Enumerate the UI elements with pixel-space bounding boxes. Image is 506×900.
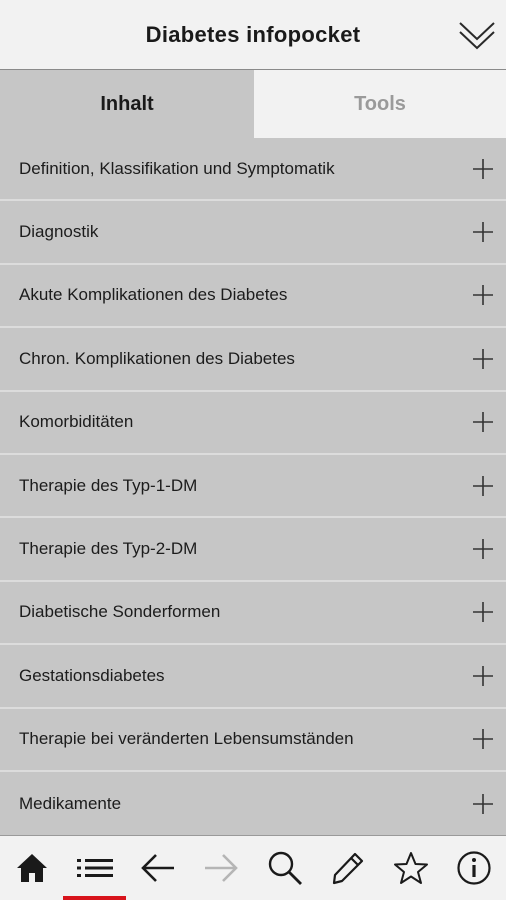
page-title: Diabetes infopocket — [145, 21, 361, 47]
nav-favorites-button[interactable] — [380, 836, 443, 900]
nav-list-button[interactable] — [63, 836, 127, 900]
list-item-label: Therapie des Typ-2-DM — [19, 539, 198, 559]
collapse-button[interactable] — [456, 14, 498, 56]
back-arrow-icon — [141, 854, 175, 882]
tab-inhalt-label: Inhalt — [100, 92, 154, 115]
expand-plus-icon[interactable] — [470, 536, 496, 562]
tab-tools[interactable]: Tools — [254, 70, 506, 138]
tab-inhalt[interactable]: Inhalt — [0, 70, 254, 138]
expand-plus-icon[interactable] — [470, 409, 496, 435]
list-item[interactable]: Medikamente — [0, 771, 506, 836]
expand-plus-icon[interactable] — [470, 219, 496, 245]
expand-plus-icon[interactable] — [470, 473, 496, 499]
search-icon — [268, 851, 302, 885]
list-item-label: Medikamente — [19, 793, 122, 813]
nav-notes-button[interactable] — [316, 836, 379, 900]
info-icon — [457, 851, 491, 885]
list-item-label: Definition, Klassifikation und Symptomat… — [19, 158, 335, 178]
tab-bar: Inhalt Tools — [0, 70, 506, 138]
list-item[interactable]: Definition, Klassifikation und Symptomat… — [0, 138, 506, 202]
list-item[interactable]: Akute Komplikationen des Diabetes — [0, 264, 506, 329]
list-item-label: Therapie des Typ-1-DM — [19, 475, 198, 495]
list-item[interactable]: Therapie des Typ-2-DM — [0, 518, 506, 582]
nav-forward-button[interactable] — [190, 836, 253, 900]
list-item-label: Chron. Komplikationen des Diabetes — [19, 348, 295, 368]
double-chevron-down-icon — [459, 22, 495, 50]
app-header: Diabetes infopocket — [0, 0, 506, 70]
nav-info-button[interactable] — [443, 836, 506, 900]
bottom-navigation — [0, 835, 506, 900]
pencil-icon — [332, 852, 363, 885]
expand-plus-icon[interactable] — [470, 282, 496, 308]
home-icon — [16, 854, 47, 882]
expand-plus-icon[interactable] — [470, 156, 496, 182]
expand-plus-icon[interactable] — [470, 791, 496, 817]
expand-plus-icon[interactable] — [470, 663, 496, 689]
list-item[interactable]: Therapie des Typ-1-DM — [0, 454, 506, 519]
forward-arrow-icon — [205, 854, 239, 882]
list-item-label: Therapie bei veränderten Lebensumständen — [19, 729, 354, 749]
list-item[interactable]: Komorbiditäten — [0, 391, 506, 455]
list-item[interactable]: Therapie bei veränderten Lebensumständen — [0, 708, 506, 772]
nav-search-button[interactable] — [253, 836, 316, 900]
nav-home-button[interactable] — [0, 836, 63, 900]
expand-plus-icon[interactable] — [470, 726, 496, 752]
list-icon — [76, 859, 113, 877]
list-item[interactable]: Diabetische Sonderformen — [0, 581, 506, 646]
list-item[interactable]: Gestationsdiabetes — [0, 645, 506, 709]
tab-tools-label: Tools — [354, 92, 406, 115]
list-item[interactable]: Diagnostik — [0, 201, 506, 265]
list-item-label: Diabetische Sonderformen — [19, 602, 221, 622]
nav-back-button[interactable] — [127, 836, 190, 900]
star-icon — [394, 852, 429, 884]
list-item[interactable]: Chron. Komplikationen des Diabetes — [0, 328, 506, 392]
list-item-label: Diagnostik — [19, 222, 99, 242]
list-item-label: Komorbiditäten — [19, 412, 134, 432]
expand-plus-icon[interactable] — [470, 599, 496, 625]
list-item-label: Gestationsdiabetes — [19, 665, 165, 685]
expand-plus-icon[interactable] — [470, 346, 496, 372]
list-item-label: Akute Komplikationen des Diabetes — [19, 285, 288, 305]
content-list: Definition, Klassifikation und Symptomat… — [0, 138, 506, 836]
